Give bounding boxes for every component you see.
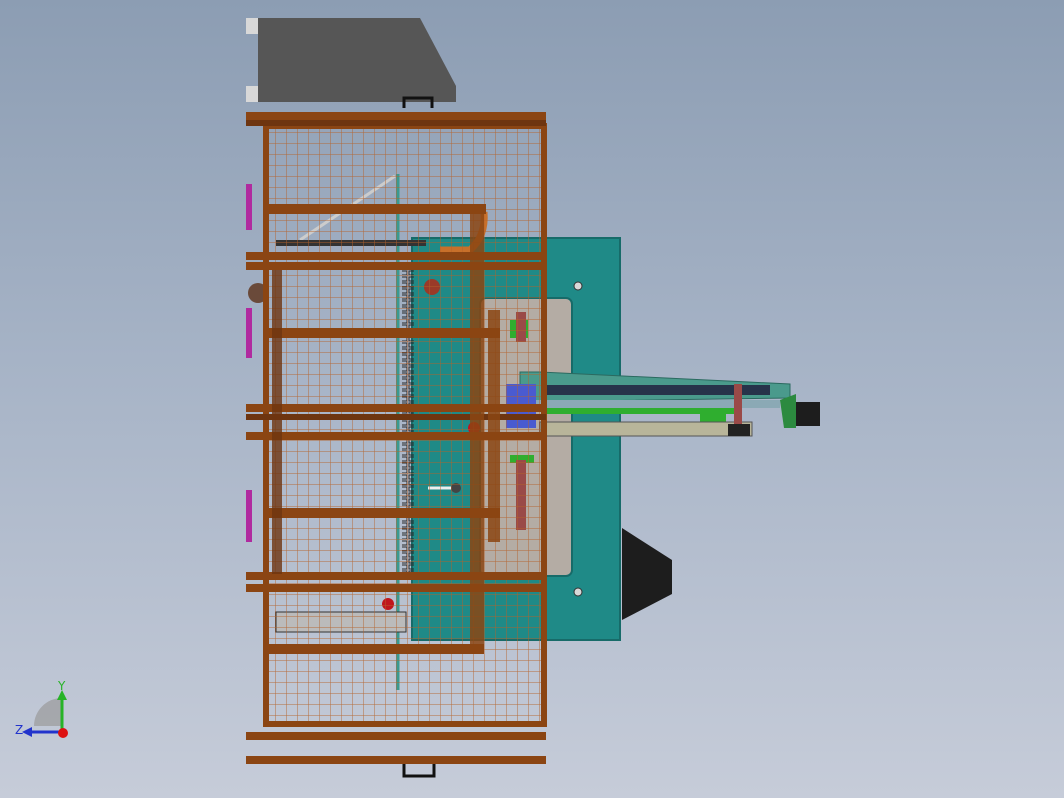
y-axis-label: Y (57, 679, 66, 693)
inner-frame-post (488, 310, 500, 542)
inner-frame-bar (264, 328, 500, 338)
inner-frame-bar (264, 204, 486, 214)
orientation-triad: Y Z (15, 679, 68, 738)
cage-mesh (266, 126, 544, 724)
motor-housing (622, 528, 672, 620)
cage-rail (246, 120, 546, 126)
arm-block (728, 424, 750, 436)
panel-bolt (573, 587, 583, 597)
inner-frame-post (272, 270, 282, 574)
arm-strip (545, 408, 735, 414)
arm-carriage (700, 414, 726, 422)
arm-post (734, 384, 742, 424)
top-hopper (246, 18, 456, 108)
cage-rail (246, 584, 546, 592)
top-handle (402, 96, 434, 108)
cage-rail (246, 756, 546, 764)
magenta-handle (246, 490, 252, 542)
cage-rail (246, 262, 546, 270)
triad-arc (34, 698, 62, 726)
cad-viewport[interactable] (0, 0, 1064, 798)
safety-cage (246, 112, 547, 778)
cage-rail (246, 732, 546, 740)
x-axis-dot (58, 728, 68, 738)
inner-frame-bar (264, 644, 484, 654)
cage-rail (246, 432, 546, 440)
inner-frame-post (470, 204, 484, 654)
magenta-handle (246, 184, 252, 230)
cage-rail (246, 414, 546, 420)
bottom-handle (402, 764, 436, 778)
linear-arm (506, 371, 820, 437)
arm-motor (796, 402, 820, 426)
cage-rail (246, 252, 546, 260)
magenta-handle (246, 308, 252, 358)
panel-bolt (573, 281, 583, 291)
hopper-tab (246, 86, 258, 102)
arm-lower-beam (539, 421, 753, 437)
cage-rail (246, 112, 546, 120)
z-axis-head (22, 727, 32, 737)
cage-rail (246, 404, 546, 412)
z-axis-label: Z (15, 723, 23, 737)
hopper-tab (246, 18, 258, 34)
cage-rail (246, 572, 546, 580)
inner-frame-bar (264, 508, 500, 518)
arm-bracket (780, 394, 796, 428)
hopper-body (258, 18, 456, 102)
